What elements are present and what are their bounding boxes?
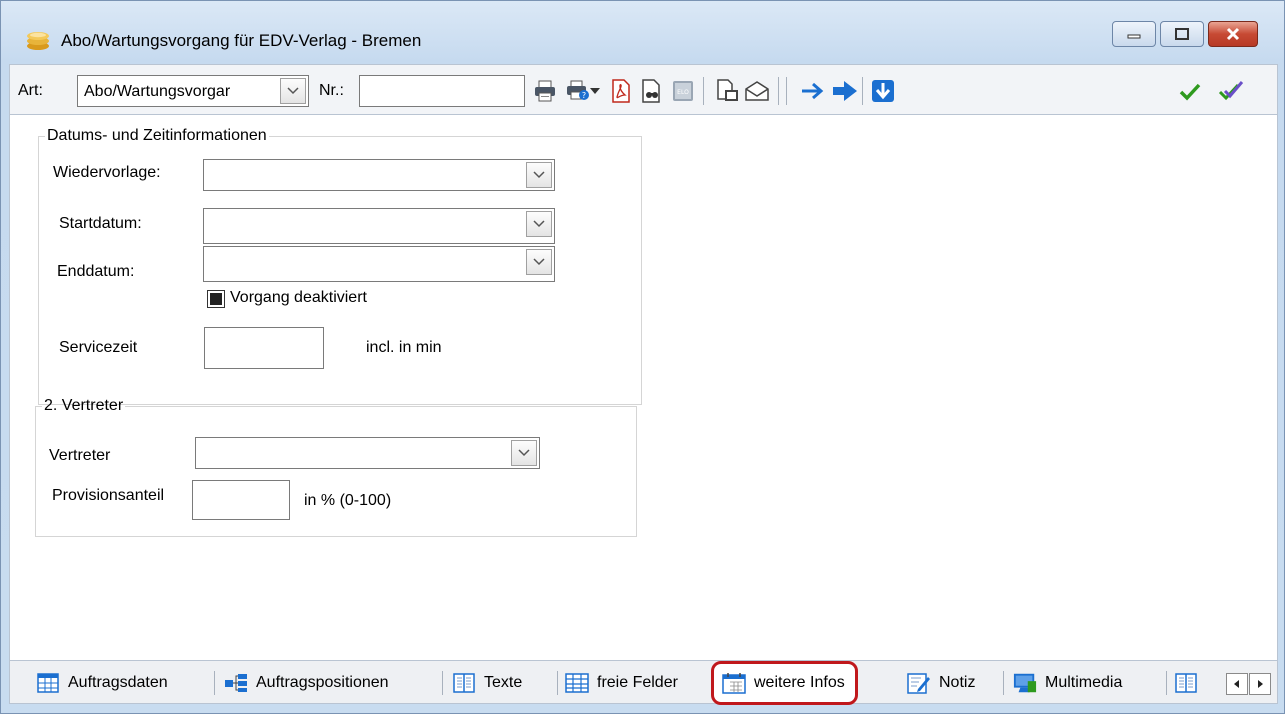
chevron-down-icon[interactable] [588,78,602,104]
vertreter-label: Vertreter [49,447,111,464]
tab-label: freie Felder [597,674,678,691]
hierarchy-icon [224,672,248,694]
servicezeit-label: Servicezeit [59,339,138,356]
chevron-down-icon[interactable] [280,78,306,104]
columns-icon [452,672,476,694]
arrow-down-box-icon[interactable] [870,78,896,104]
servicezeit-input[interactable] [204,327,324,369]
tab-label: weitere Infos [754,674,845,691]
note-edit-icon [907,672,931,694]
art-label: Art: [18,82,43,99]
svg-text:ELO: ELO [677,89,689,96]
chevron-down-icon[interactable] [526,249,552,275]
toolbar-separator [703,77,704,105]
triangle-left-icon [1234,680,1239,688]
tab-texte[interactable]: Texte [452,669,522,697]
table-icon [36,672,60,694]
grid-icon [565,672,589,694]
provisionsanteil-input[interactable] [192,480,290,520]
tab-separator [1166,671,1167,695]
window-title: Abo/Wartungsvorgang für EDV-Verlag - Bre… [61,31,422,50]
scroll-right-button[interactable] [1249,673,1271,695]
tab-freie-felder[interactable]: freie Felder [565,669,678,697]
calendar-icon [722,672,746,694]
tab-weitere-infos[interactable]: weitere Infos [711,661,858,705]
tab-label: Notiz [939,674,976,691]
title-bar: Abo/Wartungsvorgang für EDV-Verlag - Bre… [1,1,1284,61]
coins-stack-icon [25,29,51,51]
check-icon[interactable] [1177,78,1203,104]
monitor-icon [1013,672,1037,694]
provisionsanteil-label: Provisionsanteil [52,487,165,504]
document-search-icon[interactable] [638,78,664,104]
svg-text:?: ? [582,91,586,100]
minimize-button[interactable] [1112,21,1156,47]
maximize-button[interactable] [1160,21,1204,47]
close-button[interactable] [1208,21,1258,47]
tab-label: Texte [484,674,523,691]
nr-label: Nr.: [319,82,344,99]
double-check-icon[interactable] [1218,78,1244,104]
pdf-icon[interactable] [608,78,634,104]
enddatum-label: Enddatum: [57,263,135,280]
vertreter-select[interactable] [195,437,540,469]
window-controls [1108,21,1258,47]
tab-notiz[interactable]: Notiz [907,669,975,697]
tab-auftragspositionen[interactable]: Auftragspositionen [224,669,389,697]
vorgang-deaktiviert-checkbox[interactable] [207,290,225,308]
elo-icon[interactable]: ELO [670,78,696,104]
copy-document-icon[interactable] [715,78,741,104]
tab-multimedia[interactable]: Multimedia [1013,669,1122,697]
toolbar-separator [778,77,779,105]
art-select[interactable]: Abo/Wartungsvorgar [77,75,309,107]
tab-separator [557,671,558,695]
vorgang-deaktiviert-label: Vorgang deaktiviert [230,289,367,306]
art-select-value: Abo/Wartungsvorgar [84,83,231,100]
columns-icon [1174,672,1198,694]
chevron-down-icon[interactable] [526,211,552,237]
wiedervorlage-select[interactable] [203,159,555,191]
tab-label: Multimedia [1045,674,1123,691]
tab-scroll-arrows [1225,673,1271,695]
startdatum-select[interactable] [203,208,555,244]
maximize-icon [1175,28,1189,40]
tab-label: Auftragspositionen [256,674,389,691]
envelope-icon[interactable] [744,78,770,104]
tab-auftragsdaten[interactable]: Auftragsdaten [36,669,168,697]
provisionsanteil-unit: in % (0-100) [304,492,392,509]
tab-separator [214,671,215,695]
printer-icon[interactable] [532,78,558,104]
tab-overflow[interactable] [1174,669,1206,697]
startdatum-label: Startdatum: [59,215,142,232]
tab-bar: Auftragsdaten Auftragspositionen Texte f… [9,660,1278,705]
arrow-right-icon[interactable] [800,78,826,104]
chevron-down-icon[interactable] [511,440,537,466]
chevron-down-icon[interactable] [526,162,552,188]
tab-label: Auftragsdaten [68,674,168,691]
minimize-icon [1127,34,1141,39]
toolbar: Art: Abo/Wartungsvorgar Nr.: ? ELO [9,64,1278,115]
enddatum-select[interactable] [203,246,555,282]
vertreter-group-legend: 2. Vertreter [44,397,124,414]
servicezeit-unit: incl. in min [366,339,442,356]
scroll-left-button[interactable] [1226,673,1248,695]
datums-group-legend: Datums- und Zeitinformationen [47,127,267,144]
app-window: Abo/Wartungsvorgang für EDV-Verlag - Bre… [0,0,1285,714]
tab-separator [442,671,443,695]
arrow-right-bold-icon[interactable] [832,78,858,104]
close-icon [1226,27,1240,41]
wiedervorlage-label: Wiedervorlage: [53,164,161,181]
toolbar-separator [786,77,787,105]
content-panel: Datums- und Zeitinformationen Wiedervorl… [9,115,1278,660]
toolbar-separator [862,77,863,105]
triangle-right-icon [1258,680,1263,688]
tab-separator [1003,671,1004,695]
nr-input[interactable] [359,75,525,107]
